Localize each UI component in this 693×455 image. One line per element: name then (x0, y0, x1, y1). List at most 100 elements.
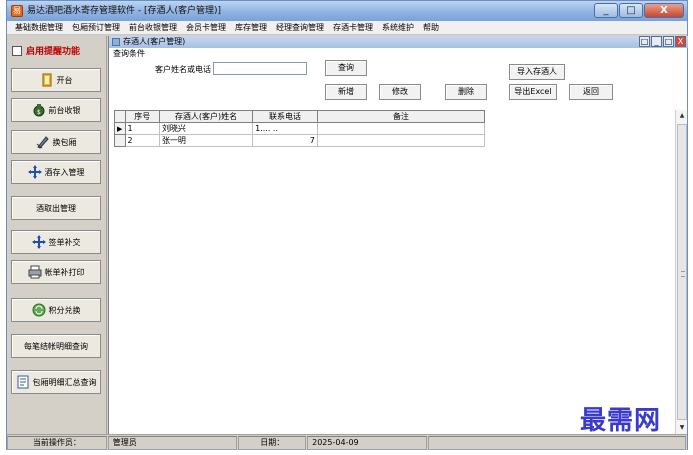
front-cashier-button[interactable]: $ 前台收银 (11, 98, 101, 122)
date-label: 日期： (238, 436, 307, 450)
delete-button[interactable]: 删除 (445, 84, 487, 100)
menu-bar: 基础数据管理 包厢预订管理 前台收银管理 会员卡管理 库存管理 经理查询管理 存… (7, 21, 687, 35)
wine-deposit-button[interactable]: 酒存入管理 (11, 160, 101, 184)
customer-table: 序号 存酒人(客户)姓名 联系电话 备注 ▶ 1 刘晓兴 1.... .. 2 (114, 110, 486, 147)
child-maximize-button[interactable]: □ (663, 36, 674, 47)
cell-phone[interactable]: 1.... .. (252, 122, 318, 135)
wine-withdraw-label: 酒取出管理 (36, 203, 76, 213)
cell-note[interactable] (316, 134, 486, 147)
operator-value: 管理员 (107, 436, 238, 450)
customer-window-title: 存酒人(客户管理) (123, 37, 186, 46)
title-bar[interactable]: 易 易达酒吧酒水寄存管理软件 - [存酒人(客户管理)] _ □ X (7, 1, 687, 21)
menu-front-cashier[interactable]: 前台收银管理 (129, 21, 177, 34)
minimize-button[interactable]: _ (594, 3, 618, 18)
menu-inventory[interactable]: 库存管理 (235, 21, 267, 34)
arrows-icon (31, 235, 46, 249)
maximize-button[interactable]: □ (619, 3, 643, 18)
menu-system[interactable]: 系统维护 (382, 21, 414, 34)
query-panel: 查询条件 客户姓名或电话 查询 导入存酒人 新增 修改 删除 导出Excel 返… (109, 48, 669, 110)
window-icon (112, 38, 120, 46)
col-note[interactable]: 备注 (316, 110, 486, 123)
col-phone[interactable]: 联系电话 (252, 110, 318, 123)
cell-index[interactable]: 2 (124, 134, 160, 147)
main-window: 易 易达酒吧酒水寄存管理软件 - [存酒人(客户管理)] _ □ X 基础数据管… (6, 0, 688, 450)
col-index[interactable]: 序号 (124, 110, 160, 123)
col-customer-name[interactable]: 存酒人(客户)姓名 (158, 110, 254, 123)
sign-bill-label: 签单补交 (48, 237, 81, 247)
checkout-detail-label: 每笔结帐明细查询 (24, 341, 88, 351)
row-header-corner (114, 110, 126, 123)
table-row[interactable]: ▶ 1 刘晓兴 1.... .. (114, 122, 486, 135)
date-value: 2025-04-09 (307, 436, 427, 450)
checkout-detail-button[interactable]: 每笔结帐明细查询 (11, 334, 101, 358)
customer-window-title-bar[interactable]: 存酒人(客户管理) □ _ □ X (109, 36, 688, 48)
app-icon: 易 (11, 5, 23, 17)
printer-icon (28, 265, 42, 279)
door-icon (40, 73, 54, 87)
open-table-label: 开台 (56, 75, 73, 85)
reprint-bill-button[interactable]: 帐单补打印 (11, 260, 101, 284)
customer-search-input[interactable] (213, 62, 307, 75)
vertical-scrollbar[interactable]: ▲ ▼ (675, 110, 687, 434)
operator-label: 当前操作员： (7, 436, 107, 450)
child-restore-button[interactable]: □ (639, 36, 650, 47)
remind-checkbox[interactable] (12, 45, 22, 56)
cell-index[interactable]: 1 (124, 122, 160, 135)
remind-label: 启用提醒功能 (26, 47, 81, 57)
reprint-bill-label: 帐单补打印 (44, 267, 85, 277)
child-window-controls: □ _ □ X (638, 36, 686, 47)
pencil-icon (36, 135, 50, 149)
change-room-button[interactable]: 换包厢 (11, 130, 101, 154)
money-bag-icon: $ (32, 103, 46, 117)
close-button[interactable]: X (644, 3, 684, 18)
table-row[interactable]: 2 张一明 7 (114, 134, 486, 147)
menu-member-card[interactable]: 会员卡管理 (186, 21, 226, 34)
left-panel: 启用提醒功能 开台 $ 前台收银 换包厢 酒存入管理 酒取出管理 签单补交 帐单… (7, 36, 107, 434)
back-button[interactable]: 返回 (569, 84, 613, 100)
new-button[interactable]: 新增 (325, 84, 367, 100)
row-marker: ▶ (114, 122, 126, 135)
edit-button[interactable]: 修改 (379, 84, 421, 100)
cell-note[interactable] (316, 122, 486, 135)
customer-search-label: 客户姓名或电话 (155, 65, 211, 74)
status-filler (427, 436, 687, 450)
change-room-label: 换包厢 (52, 137, 77, 147)
menu-manager-query[interactable]: 经理查询管理 (276, 21, 324, 34)
scroll-down-icon[interactable]: ▼ (676, 422, 688, 434)
query-group-label: 查询条件 (113, 49, 145, 58)
sign-bill-button[interactable]: 签单补交 (11, 230, 101, 254)
room-summary-button[interactable]: 包厢明细汇总查询 (11, 370, 101, 394)
row-marker (114, 134, 126, 147)
table-header-row: 序号 存酒人(客户)姓名 联系电话 备注 (114, 110, 486, 123)
watermark: 最需网 (580, 406, 662, 436)
scroll-up-icon[interactable]: ▲ (676, 110, 688, 122)
menu-room-booking[interactable]: 包厢预订管理 (72, 21, 120, 34)
cell-customer-name[interactable]: 刘晓兴 (158, 122, 254, 135)
remind-toggle[interactable]: 启用提醒功能 (12, 44, 80, 57)
search-button[interactable]: 查询 (325, 60, 367, 76)
menu-storage-card[interactable]: 存酒卡管理 (333, 21, 373, 34)
arrows-icon (27, 165, 42, 179)
points-exchange-button[interactable]: 积分兑换 (11, 298, 101, 322)
exchange-icon (32, 303, 46, 317)
scroll-thumb[interactable] (677, 124, 687, 420)
wine-withdraw-button[interactable]: 酒取出管理 (11, 196, 101, 220)
front-cashier-label: 前台收银 (48, 105, 81, 115)
cell-customer-name[interactable]: 张一明 (158, 134, 254, 147)
document-icon (16, 375, 30, 389)
cell-phone[interactable]: 7 (252, 134, 318, 147)
svg-text:$: $ (37, 109, 41, 116)
points-exchange-label: 积分兑换 (48, 305, 81, 315)
menu-help[interactable]: 帮助 (423, 21, 439, 34)
export-excel-button[interactable]: 导出Excel (509, 84, 557, 100)
child-minimize-button[interactable]: _ (651, 36, 662, 47)
child-close-button[interactable]: X (675, 36, 686, 47)
wine-deposit-label: 酒存入管理 (44, 167, 85, 177)
menu-basic-data[interactable]: 基础数据管理 (15, 21, 63, 34)
window-controls: _ □ X (593, 3, 684, 19)
import-customer-button[interactable]: 导入存酒人 (509, 64, 565, 80)
open-table-button[interactable]: 开台 (11, 68, 101, 92)
window-title: 易达酒吧酒水寄存管理软件 - [存酒人(客户管理)] (27, 6, 222, 16)
room-summary-label: 包厢明细汇总查询 (32, 377, 97, 387)
scroll-grip-icon (681, 271, 685, 277)
